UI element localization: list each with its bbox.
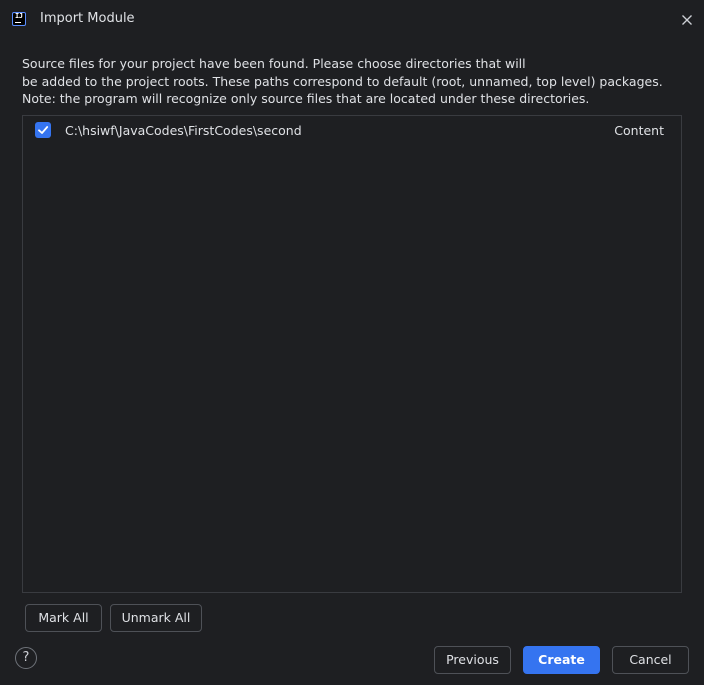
description-text: Source files for your project have been … — [22, 55, 692, 108]
create-button[interactable]: Create — [523, 646, 600, 674]
cancel-button[interactable]: Cancel — [612, 646, 689, 674]
unmark-all-button[interactable]: Unmark All — [110, 604, 202, 632]
title-bar: IJ Import Module — [0, 0, 704, 40]
checkmark-icon — [38, 126, 49, 134]
close-button[interactable] — [676, 9, 698, 31]
app-icon-text: IJ — [15, 12, 23, 20]
root-type: Content — [614, 123, 664, 138]
source-roots-list[interactable]: C:\hsiwf\JavaCodes\FirstCodes\second Con… — [22, 115, 682, 593]
close-icon[interactable] — [676, 9, 698, 31]
root-checkbox[interactable] — [35, 122, 51, 138]
root-path: C:\hsiwf\JavaCodes\FirstCodes\second — [65, 123, 302, 138]
window-title: Import Module — [40, 11, 135, 26]
list-item[interactable]: C:\hsiwf\JavaCodes\FirstCodes\second Con… — [23, 116, 681, 146]
intellij-idea-icon: IJ — [12, 12, 26, 26]
description-line-2: be added to the project roots. These pat… — [22, 73, 663, 89]
description-line-1: Source files for your project have been … — [22, 56, 526, 71]
mark-all-button[interactable]: Mark All — [25, 604, 102, 632]
help-icon[interactable]: ? — [15, 647, 37, 669]
previous-button[interactable]: Previous — [434, 646, 511, 674]
description-line-3: Note: the program will recognize only so… — [22, 91, 590, 106]
